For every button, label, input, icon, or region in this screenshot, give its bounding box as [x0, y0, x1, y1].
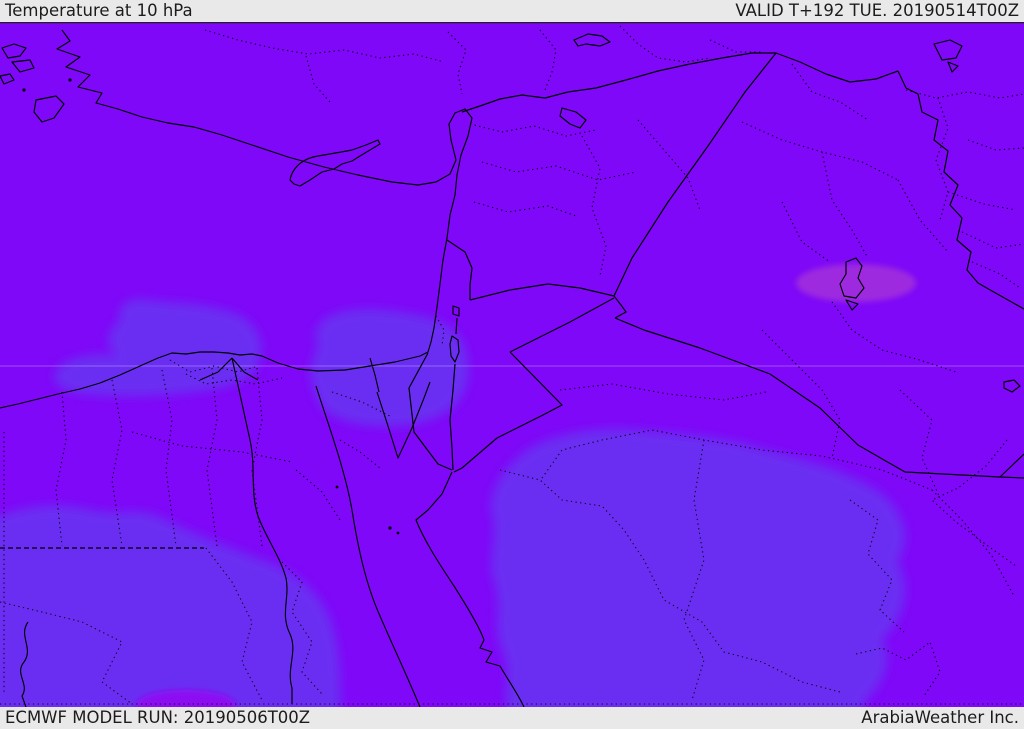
footer-bar: ECMWF MODEL RUN: 20190506T00Z ArabiaWeat…: [0, 707, 1024, 729]
cold-band-levant-sinai: [310, 309, 469, 427]
header-bar: Temperature at 10 hPa VALID T+192 TUE. 2…: [0, 0, 1024, 22]
weather-map-screen: Temperature at 10 hPa VALID T+192 TUE. 2…: [0, 0, 1024, 729]
map-canvas: [0, 22, 1024, 707]
warm-ellipse-iraq: [796, 264, 916, 302]
credit-label: ArabiaWeather Inc.: [861, 708, 1019, 727]
map-title: Temperature at 10 hPa: [5, 1, 193, 20]
model-run-label: ECMWF MODEL RUN: 20190506T00Z: [5, 708, 311, 727]
valid-time-label: VALID T+192 TUE. 20190514T00Z: [735, 1, 1019, 20]
temperature-map-svg: [0, 22, 1024, 707]
